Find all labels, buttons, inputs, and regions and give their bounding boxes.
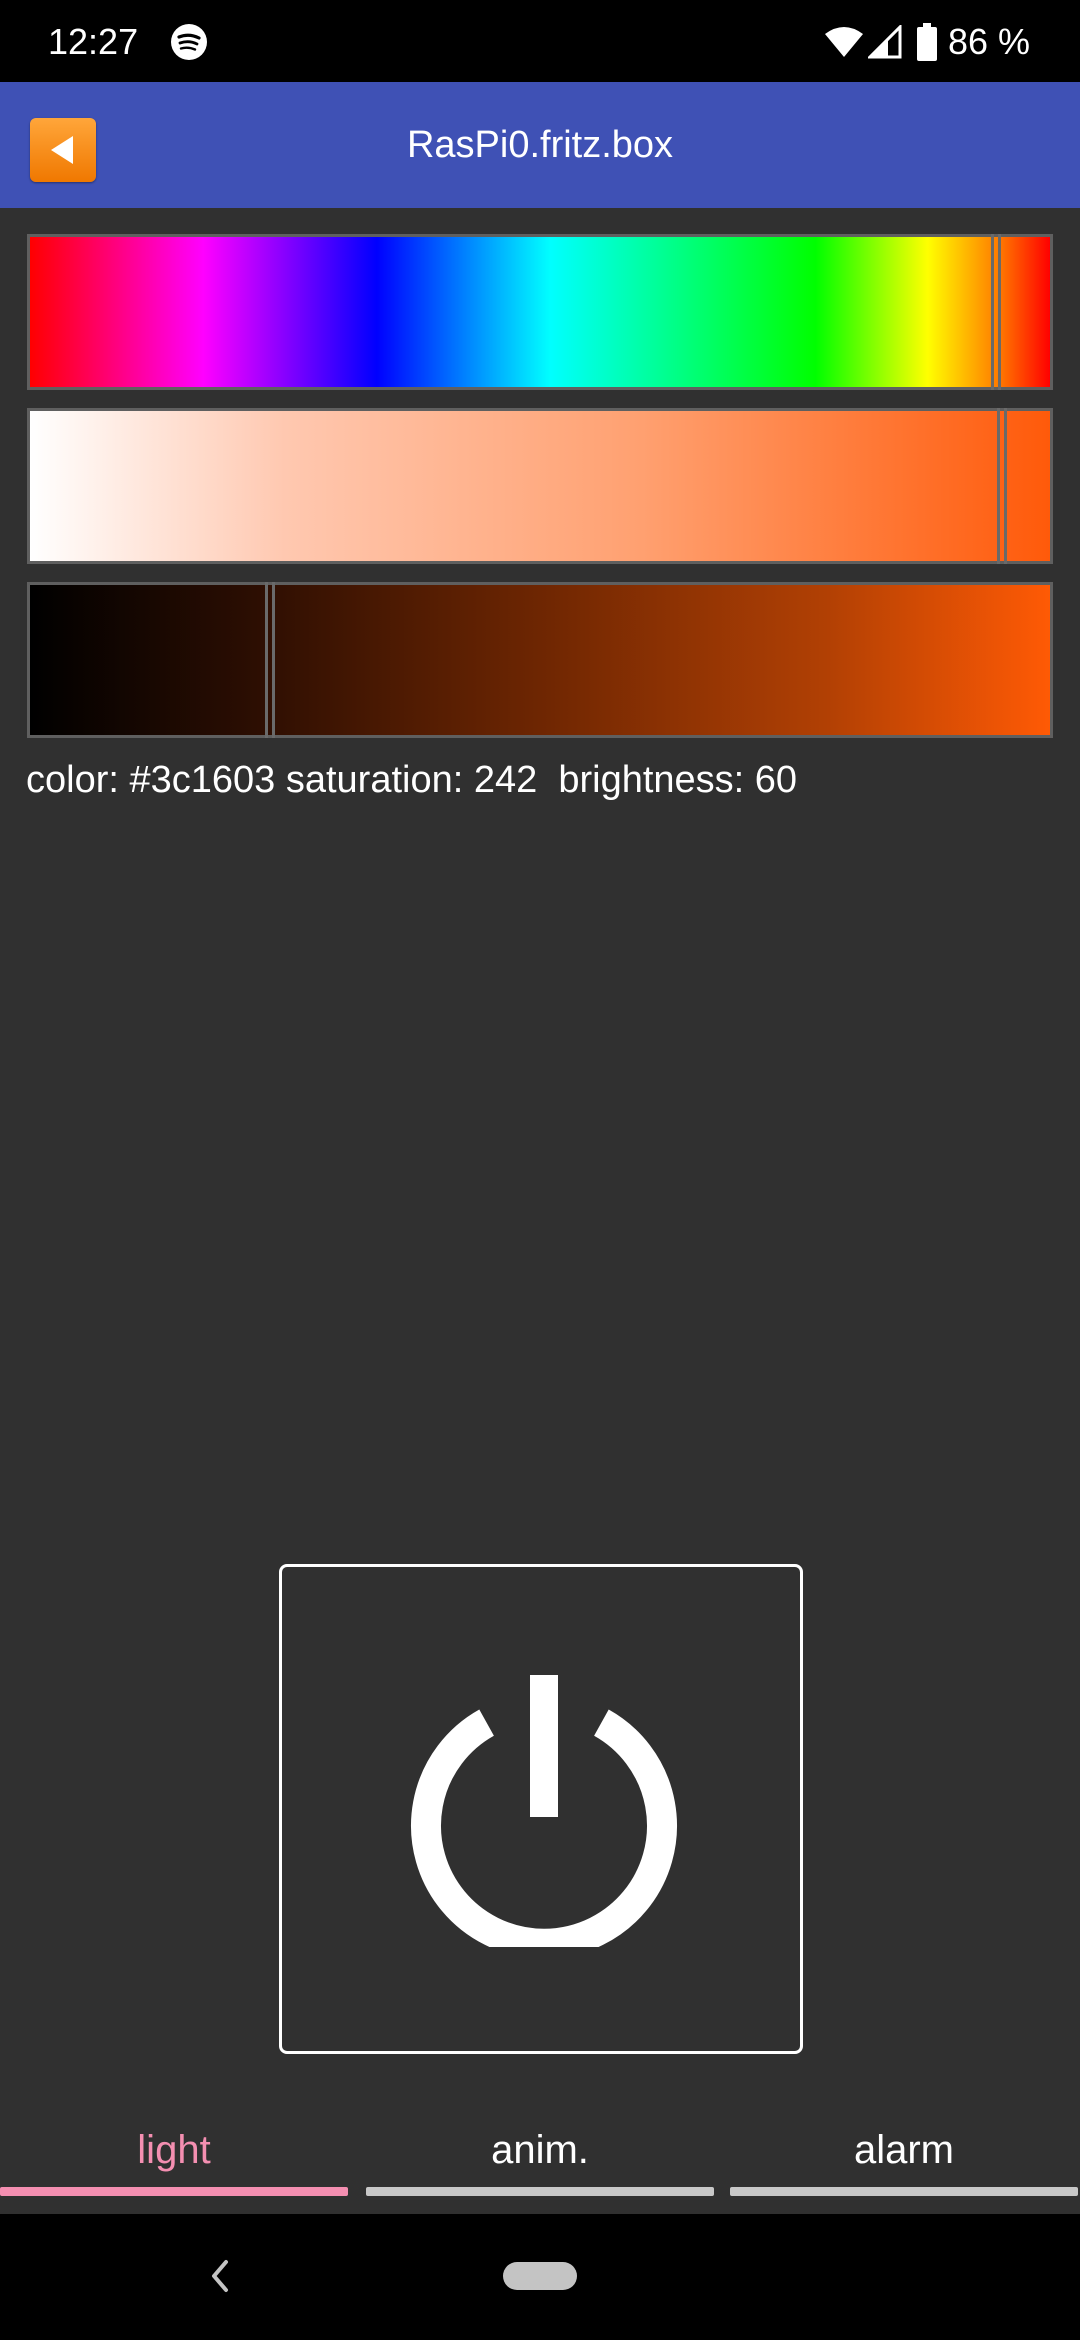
status-time: 12:27	[48, 21, 139, 62]
brightness-slider-thumb[interactable]	[265, 582, 275, 738]
home-pill-icon[interactable]	[503, 2262, 577, 2290]
tab-anim-indicator	[366, 2187, 714, 2196]
spotify-icon	[171, 24, 207, 60]
wifi-icon	[824, 27, 863, 57]
tab-light[interactable]: light	[0, 2110, 348, 2196]
tab-alarm-indicator	[730, 2187, 1078, 2196]
tab-anim-label: anim.	[491, 2128, 589, 2172]
power-button[interactable]	[279, 1564, 803, 2054]
tab-light-indicator	[0, 2187, 348, 2196]
hue-slider[interactable]	[27, 234, 1053, 390]
app-bar: RasPi0.fritz.box	[0, 82, 1080, 208]
tab-light-label: light	[137, 2128, 211, 2172]
page-title: RasPi0.fritz.box	[406, 124, 674, 166]
tab-anim[interactable]: anim.	[366, 2110, 714, 2196]
hue-slider-thumb[interactable]	[991, 234, 1001, 390]
brightness-slider[interactable]	[27, 582, 1053, 738]
status-icons: 86 %	[824, 20, 1030, 64]
battery-percent: 86 %	[947, 21, 1030, 62]
saturation-slider-thumb[interactable]	[997, 408, 1007, 564]
tab-alarm[interactable]: alarm	[730, 2110, 1078, 2196]
saturation-slider[interactable]	[27, 408, 1053, 564]
navigation-bar	[0, 2214, 1080, 2340]
battery-icon	[916, 23, 937, 61]
color-info-text: color: #3c1603 saturation: 242 brightnes…	[26, 759, 798, 801]
status-bar: 12:27 86 %	[0, 0, 1080, 82]
tab-alarm-label: alarm	[853, 2128, 955, 2172]
back-chevron-icon[interactable]	[204, 2256, 234, 2296]
power-icon	[411, 1675, 677, 1947]
cell-signal-icon	[867, 25, 902, 59]
